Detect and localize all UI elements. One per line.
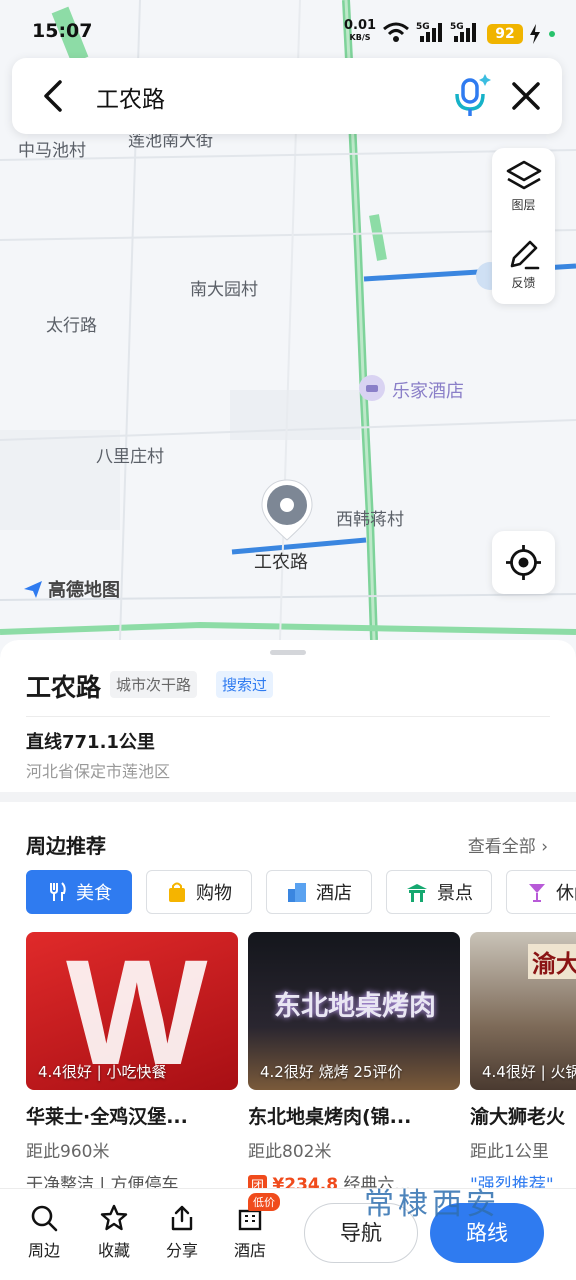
close-icon[interactable] [506,76,546,116]
back-arrow-icon[interactable] [34,76,74,116]
search-bar[interactable]: 工农路 [12,58,562,134]
layers-button[interactable]: 图层 [492,158,555,213]
map-pin-icon [261,479,313,541]
map-label: 西韩蒋村 [336,510,404,530]
poi-distance: 距此1公里 [470,1142,549,1162]
poi-distance: 距此960米 [26,1142,110,1162]
category-hotel[interactable]: 酒店 [266,870,372,914]
category-label: 景点 [437,883,473,904]
straight-distance: 直线771.1公里 [26,732,155,753]
place-name: 工农路 [26,673,102,702]
status-bar: 15:07 0.01 KB/S 5G 5G 92 [0,0,576,60]
net-speed-value: 0.01 [344,18,377,33]
category-scenic[interactable]: 景点 [386,870,492,914]
search-icon [31,1205,58,1232]
place-region: 河北省保定市莲池区 [26,762,171,781]
category-label: 购物 [196,883,232,904]
poi-name: 华莱士·全鸡汉堡... [26,1106,188,1128]
poi-card[interactable]: 渝大 4.4很好 | 火锅 渝大狮老火 距此1公里 "强烈推荐" [470,932,576,1195]
poi-card[interactable]: W 4.4很好 | 小吃快餐 华莱士·全鸡汉堡... 距此960米 干净整洁 |… [26,932,238,1195]
status-dot-icon [549,31,555,37]
category-label: 休闲 [556,883,576,904]
net-speed-unit: KB/S [349,33,371,42]
hotel-icon [288,883,306,902]
nearby-cards: W 4.4很好 | 小吃快餐 华莱士·全鸡汉堡... 距此960米 干净整洁 |… [26,932,576,1195]
see-all-link[interactable]: 查看全部 › [468,832,548,857]
category-shopping[interactable]: 购物 [146,870,252,914]
nav-label: 分享 [165,1241,198,1260]
net-speed: 0.01 KB/S [344,18,377,44]
nav-label: 酒店 [233,1241,266,1260]
place-info-card[interactable]: 工农路 城市次干路 搜索过 直线771.1公里 河北省保定市莲池区 [0,640,576,792]
locate-crosshair-icon [506,545,541,580]
hotel-poi-icon [359,375,385,401]
poi-photo: 渝大 4.4很好 | 火锅 [470,932,576,1090]
bottom-action-bar: 周边 收藏 分享 酒店 低价 导航 路线 常棣西安 [0,1187,576,1280]
low-price-badge: 低价 [248,1193,280,1211]
nearby-title: 周边推荐 [26,834,106,858]
road-type-tag: 城市次干路 [110,671,198,698]
fork-knife-icon [50,882,66,901]
svg-text:5G: 5G [450,22,464,32]
voice-mic-icon[interactable] [452,72,492,118]
category-leisure[interactable]: 休闲 [506,870,576,914]
share-icon [171,1205,193,1231]
poi-rating: 4.4很好 | 火锅 [482,1063,576,1081]
svg-text:5G: 5G [416,22,430,32]
nav-favorites[interactable]: 收藏 [86,1203,142,1261]
layers-icon [506,160,541,190]
layers-label: 图层 [511,198,536,212]
poi-photo-text: 东北地桌烤肉 [274,991,436,1022]
feedback-label: 反馈 [511,276,536,290]
nav-share[interactable]: 分享 [154,1203,210,1261]
category-label: 美食 [76,883,112,904]
amap-logo-text: 高德地图 [48,580,120,601]
map-tools: 图层 反馈 [492,148,555,304]
map-label: 中马池村 [18,141,86,161]
hotel-poi-label: 乐家酒店 [392,381,464,402]
amap-logo: 高德地图 [22,576,120,602]
scenic-icon [407,884,427,902]
poi-card[interactable]: 东北地桌烤肉 4.2很好 烧烤 25评价 东北地桌烤肉(锦... 距此802米 … [248,932,460,1195]
shopping-bag-icon [169,882,185,902]
signal-5g-icon: 5G [450,22,476,42]
divider [26,716,550,717]
search-query[interactable]: 工农路 [96,80,165,114]
locate-button[interactable] [492,531,555,594]
feedback-button[interactable]: 反馈 [492,236,555,291]
poi-photo-text: 渝大 [528,944,576,979]
map-label: 太行路 [46,316,97,336]
edit-pen-icon [510,240,539,270]
nav-label: 收藏 [97,1241,130,1260]
poi-photo: W 4.4很好 | 小吃快餐 [26,932,238,1090]
category-tabs: 美食 购物 酒店 景点 休 [26,870,576,916]
map-label: 八里庄村 [96,447,164,467]
wifi-icon [383,22,409,42]
nav-nearby[interactable]: 周边 [16,1203,72,1261]
nav-hotel[interactable]: 酒店 [222,1203,278,1261]
poi-name: 渝大狮老火 [470,1106,566,1128]
location-pin[interactable] [258,478,316,544]
watermark: 常棣西安 [364,1187,500,1222]
map-label: 南大园村 [190,280,258,300]
star-icon [100,1204,128,1231]
category-food[interactable]: 美食 [26,870,132,914]
poi-distance: 距此802米 [248,1142,332,1162]
signal-5g-icon: 5G [416,22,442,42]
poi-rating: 4.2很好 烧烤 25评价 [260,1063,403,1081]
category-label: 酒店 [316,883,352,904]
poi-name: 东北地桌烤肉(锦... [248,1106,412,1128]
status-time: 15:07 [32,20,93,42]
poi-rating: 4.4很好 | 小吃快餐 [38,1063,167,1081]
pin-label: 工农路 [254,552,308,573]
cocktail-icon [529,884,545,902]
sheet-drag-handle[interactable] [270,650,306,655]
searched-tag: 搜索过 [216,671,274,698]
battery-level: 92 [487,24,523,44]
amap-logo-icon [24,581,42,598]
poi-photo: 东北地桌烤肉 4.2很好 烧烤 25评价 [248,932,460,1090]
charging-icon [530,24,540,44]
nav-label: 周边 [27,1241,60,1260]
